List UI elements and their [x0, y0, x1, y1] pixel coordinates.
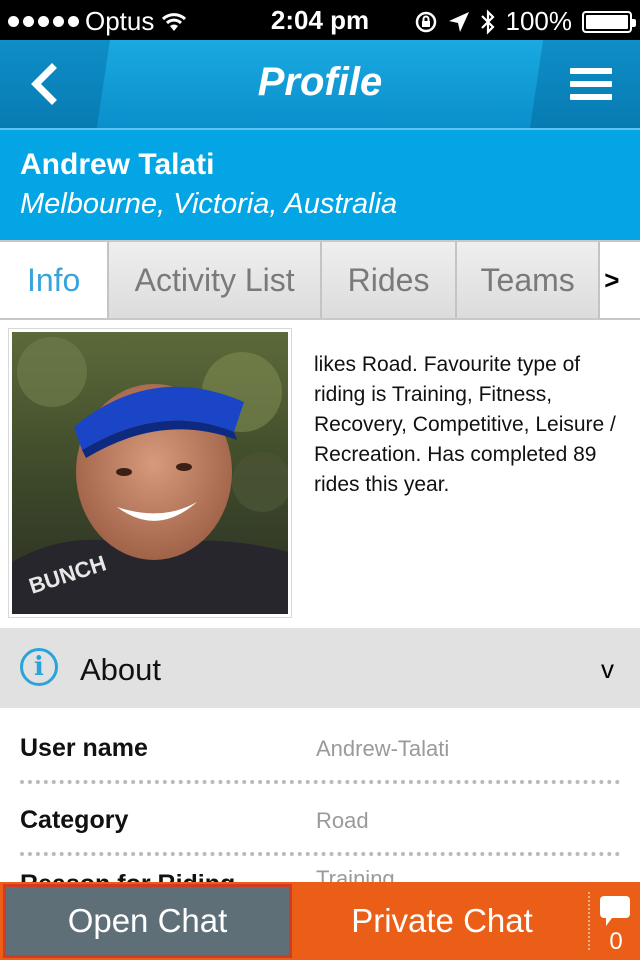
status-right: 100%	[414, 6, 636, 37]
tabs-more-button[interactable]: >	[600, 242, 640, 318]
chevron-down-icon: v	[601, 654, 614, 684]
tab-activity-list[interactable]: Activity List	[109, 242, 322, 318]
detail-key: Category	[20, 806, 129, 834]
rotation-lock-icon	[415, 11, 436, 32]
page-title: Profile	[257, 60, 383, 104]
detail-row-category: Category Road	[20, 784, 620, 856]
chat-bar: Open Chat Private Chat 0	[0, 882, 640, 960]
battery-percent: 100%	[505, 6, 573, 36]
chat-count-button[interactable]: 0	[592, 882, 640, 960]
divider	[588, 892, 590, 950]
profile-bio: likes Road. Favourite type of riding is …	[314, 353, 616, 496]
screen: Optus 2:04 pm 100% Profile Andrew Talati…	[0, 0, 640, 960]
info-icon: i	[20, 648, 58, 686]
bluetooth-icon	[480, 8, 495, 35]
detail-value: Road	[316, 808, 369, 833]
about-section-toggle[interactable]: i About v	[0, 628, 640, 708]
nav-bar: Profile	[0, 40, 640, 128]
tab-bar: Info Activity List Rides Teams >	[0, 240, 640, 320]
battery-icon	[582, 10, 636, 33]
location-arrow-icon	[448, 11, 469, 32]
detail-value: Andrew-Talati	[316, 736, 450, 761]
profile-header: Andrew Talati Melbourne, Victoria, Austr…	[0, 128, 640, 240]
open-chat-button[interactable]: Open Chat	[3, 884, 292, 958]
profile-photo-frame: BUNCH	[8, 328, 292, 618]
tab-teams[interactable]: Teams	[457, 242, 601, 318]
about-label: About	[80, 652, 162, 687]
profile-name: Andrew Talati	[20, 148, 215, 181]
private-chat-button[interactable]: Private Chat	[296, 882, 588, 960]
detail-key: User name	[20, 734, 148, 762]
speech-bubble-icon	[600, 896, 630, 926]
profile-location: Melbourne, Victoria, Australia	[20, 188, 398, 220]
profile-photo: BUNCH	[12, 332, 288, 614]
tab-info[interactable]: Info	[0, 242, 110, 318]
tab-rides[interactable]: Rides	[321, 242, 458, 318]
chat-count: 0	[609, 928, 623, 955]
detail-row-username: User name Andrew-Talati	[20, 712, 620, 784]
status-bar: Optus 2:04 pm 100%	[0, 0, 640, 40]
hamburger-menu-icon[interactable]	[570, 64, 612, 104]
